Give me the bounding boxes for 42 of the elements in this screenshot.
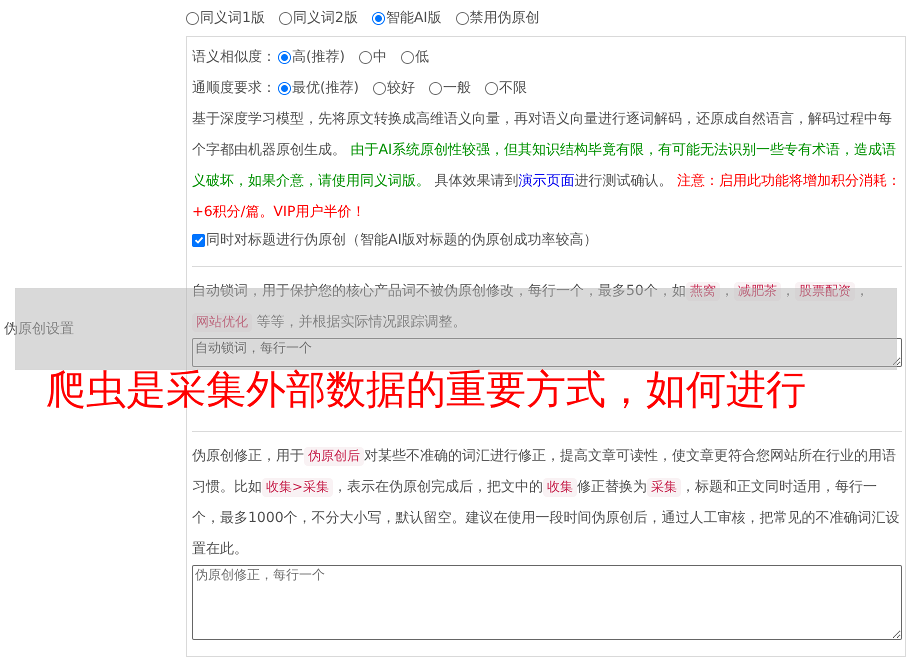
- title-checkbox[interactable]: 同时对标题进行伪原创（智能AI版对标题的伪原创成功率较高）: [192, 228, 902, 252]
- ai-description: 基于深度学习模型，先将原文转换成高维语义向量，再对语义向量进行逐词解码，还原成自然语言，解码过程中每个字都由机器原创生成。 由于AI系统原创性较强，但其知识结构毕竟有限，有可能无法识别一些专有术语，造成语义破坏，如果介意，请使用同义词版。 具体效果请到演示页面进行测试确认。 注意：启用此功能将增加积分消耗：+6积分/篇。VIP用户半价！: [192, 110, 902, 222]
- radio-option[interactable]: 不限: [484, 78, 527, 99]
- radio-icon[interactable]: [372, 82, 386, 95]
- similarity-label: 语义相似度：: [192, 48, 276, 67]
- fluency-label: 通顺度要求：: [192, 79, 276, 98]
- corrections-description: 伪原创修正，用于 伪原创后 对某些不准确的词汇进行修正，提高文章可读性，使文章更符合您网站所在行业的用语习惯。比如 收集>采集 ，表示在伪原创完成后，把文中的 收集 修正替换为 采集 ，标题和正文同时适用，每行一个，最多1000个，不分大小写，默认留空。建议在使用一段时间伪原创后，通过人工审核，把常见的不准确词汇设置在此。: [192, 446, 901, 559]
- keyword-tag: 燕窝: [686, 282, 720, 301]
- keyword-tag: 股票配资: [794, 282, 855, 301]
- section-label: 伪原创设置: [4, 320, 74, 338]
- lock-words-field[interactable]: 自动锁词，每行一个: [192, 338, 902, 367]
- radio-icon[interactable]: [278, 82, 291, 95]
- radio-icon[interactable]: [278, 51, 291, 64]
- keyword-tag: 减肥茶: [734, 282, 781, 301]
- radio-option[interactable]: 低: [400, 47, 429, 68]
- radio-option[interactable]: 同义词2版: [278, 8, 358, 28]
- overlay-caption: 爬虫是采集外部数据的重要方式，如何进行: [46, 366, 806, 414]
- keyword-tag: 网站优化: [192, 313, 252, 332]
- corrections-field[interactable]: 伪原创修正，每行一个: [192, 565, 902, 640]
- radio-option[interactable]: 较好: [372, 78, 415, 99]
- radio-icon[interactable]: [278, 12, 292, 24]
- radio-icon[interactable]: [484, 82, 498, 95]
- radio-option[interactable]: 同义词1版: [186, 8, 265, 28]
- radio-icon[interactable]: [400, 51, 414, 64]
- keyword-tag: 采集: [646, 478, 681, 497]
- radio-icon[interactable]: [358, 51, 372, 64]
- radio-option[interactable]: 一般: [428, 78, 471, 99]
- radio-option[interactable]: 智能AI版: [372, 8, 442, 28]
- radio-option[interactable]: 中: [358, 47, 387, 68]
- keyword-tag: 收集: [542, 478, 577, 497]
- radio-option[interactable]: 高(推荐): [278, 47, 345, 68]
- checkbox-icon[interactable]: [192, 234, 205, 246]
- radio-icon[interactable]: [456, 12, 469, 24]
- lock-words-description: 自动锁词，用于保护您的核心产品词不被伪原创修改，每行一个，最多50个，如 燕窝 ， 减肥茶 ， 股票配资 ， 网站优化 等等，并根据实际情况跟踪调整。: [192, 281, 870, 334]
- radio-option[interactable]: 最优(推荐): [278, 78, 359, 99]
- radio-icon[interactable]: [428, 82, 442, 95]
- demo-page-link[interactable]: 演示页面: [518, 173, 574, 189]
- radio-icon[interactable]: [372, 12, 385, 24]
- radio-icon[interactable]: [186, 12, 199, 24]
- radio-option[interactable]: 禁用伪原创: [456, 8, 540, 28]
- keyword-tag: 伪原创后: [304, 447, 364, 466]
- keyword-tag: 收集>采集: [262, 478, 333, 497]
